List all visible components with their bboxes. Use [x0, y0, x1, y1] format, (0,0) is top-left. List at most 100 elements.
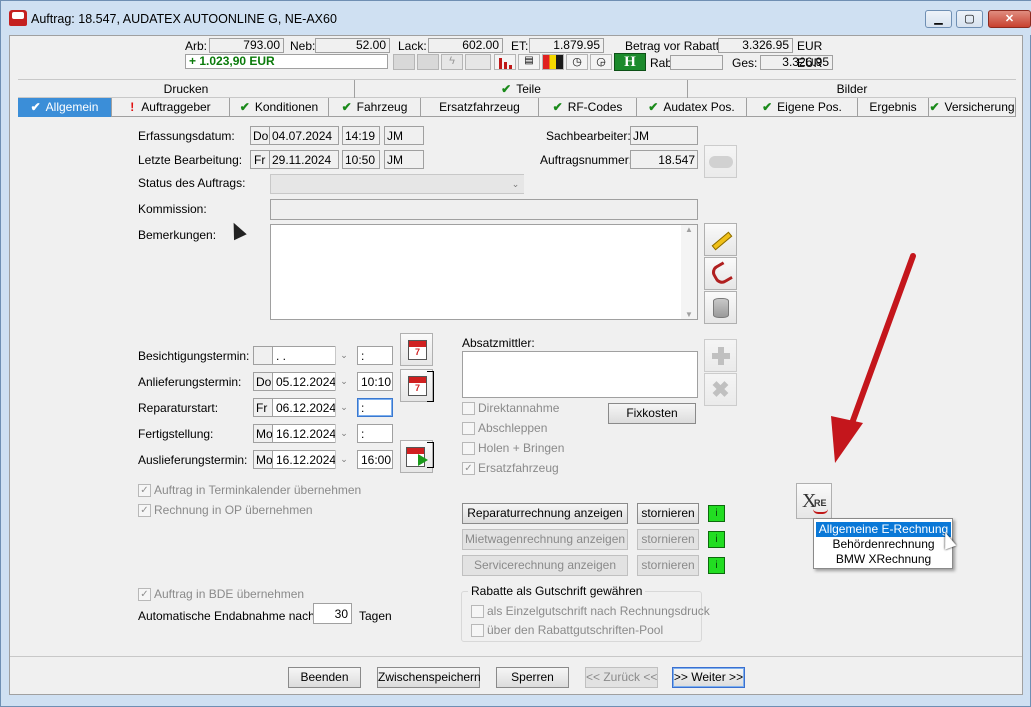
- maximize-button[interactable]: ▢: [956, 10, 983, 28]
- einzelgutschrift-checkbox[interactable]: [471, 605, 484, 618]
- rabattpool-label: über den Rabattgutschriften-Pool: [487, 623, 664, 637]
- rabatt-currency: EUR: [797, 39, 823, 53]
- phone-icon[interactable]: [704, 257, 737, 290]
- bemerkungen-textarea[interactable]: [270, 224, 698, 320]
- chevron-down-icon[interactable]: ⌄: [335, 398, 352, 417]
- tab-teile[interactable]: ✔ Teile: [355, 80, 688, 99]
- ges-label: Ges:: [732, 56, 758, 70]
- cloud-icon[interactable]: [465, 54, 491, 70]
- show-invoice-button[interactable]: Reparaturrechnung anzeigen: [462, 503, 628, 524]
- tab-allgemein[interactable]: ✔ Allgemein: [18, 98, 112, 117]
- ges-currency: EUR: [797, 56, 823, 70]
- bar-chart-icon[interactable]: [494, 54, 516, 70]
- tab-bilder[interactable]: Bilder: [688, 80, 1016, 99]
- et-label: ET:: [511, 39, 529, 53]
- chevron-down-icon[interactable]: ⌄: [335, 450, 352, 469]
- termin-time-input[interactable]: 16:00: [357, 450, 393, 469]
- pencil-icon[interactable]: [704, 223, 737, 256]
- tab-ergebnis[interactable]: Ergebnis: [858, 98, 929, 117]
- lightning-icon[interactable]: ϟ: [441, 54, 463, 70]
- show-invoice-button[interactable]: Servicerechnung anzeigen: [462, 555, 628, 576]
- range-bracket-2: [427, 442, 434, 468]
- endabnahme-input[interactable]: 30: [313, 603, 352, 624]
- tab-drucken[interactable]: Drucken: [18, 80, 355, 99]
- tab-ersatzfahrzeug[interactable]: Ersatzfahrzeug: [421, 98, 539, 117]
- h-logo-icon[interactable]: H: [614, 53, 646, 71]
- termin-day: Fr: [253, 398, 274, 417]
- stornieren-button[interactable]: stornieren: [637, 503, 699, 524]
- xrechnung-button[interactable]: X RE: [796, 483, 832, 519]
- terminkalender-checkbox[interactable]: ✓: [138, 484, 151, 497]
- cloud-upload-icon[interactable]: [704, 145, 737, 178]
- check-icon: ✔: [30, 100, 41, 114]
- delete-icon[interactable]: ✖: [704, 373, 737, 406]
- minimize-button[interactable]: ▁: [925, 10, 952, 28]
- menu-item-behoerdenrechnung[interactable]: Behördenrechnung: [816, 537, 951, 552]
- termin-time-input[interactable]: :: [357, 424, 393, 443]
- scrollbar[interactable]: ▲ ▼: [681, 225, 697, 319]
- tab-row-top: Drucken ✔ Teile Bilder: [18, 79, 1016, 99]
- close-button[interactable]: ✕: [988, 10, 1031, 28]
- erfassungsdatum-label: Erfassungsdatum:: [138, 129, 235, 143]
- bearbeitung-user: JM: [384, 150, 424, 169]
- camera-icon[interactable]: [393, 54, 415, 70]
- absatz-option-checkbox[interactable]: ✓: [462, 462, 475, 475]
- stornieren-button[interactable]: stornieren: [637, 529, 699, 550]
- car-icon[interactable]: [417, 54, 439, 70]
- tab-label: Allgemein: [45, 100, 99, 114]
- absatz-option-label: Ersatzfahrzeug: [478, 461, 559, 475]
- tab-audatex-pos-[interactable]: ✔ Audatex Pos.: [637, 98, 747, 117]
- erfassung-user: JM: [384, 126, 424, 145]
- status-select[interactable]: [270, 174, 524, 194]
- flag-icon[interactable]: [542, 54, 564, 70]
- stornieren-button[interactable]: stornieren: [637, 555, 699, 576]
- info-icon[interactable]: i: [708, 557, 725, 574]
- calendar-icon[interactable]: 7: [400, 333, 433, 366]
- sperren-button[interactable]: Sperren: [496, 667, 569, 688]
- car-app-icon: [9, 10, 27, 26]
- application-window: Auftrag: 18.547, AUDATEX AUTOONLINE G, N…: [0, 0, 1031, 707]
- absatz-option-checkbox[interactable]: [462, 442, 475, 455]
- termin-time-input[interactable]: :: [357, 346, 393, 365]
- menu-item-allgemeine-e-rechnung[interactable]: Allgemeine E-Rechnung: [816, 522, 951, 537]
- op-checkbox[interactable]: ✓: [138, 504, 151, 517]
- title-bar: Auftrag: 18.547, AUDATEX AUTOONLINE G, N…: [1, 1, 1031, 35]
- tab-konditionen[interactable]: ✔ Konditionen: [230, 98, 329, 117]
- weiter-button[interactable]: >> Weiter >>: [672, 667, 745, 688]
- bde-checkbox[interactable]: ✓: [138, 588, 151, 601]
- chevron-down-icon[interactable]: ⌄: [335, 372, 352, 391]
- document-icon[interactable]: ▤: [518, 54, 540, 70]
- kommission-input[interactable]: [270, 199, 698, 220]
- plus-icon[interactable]: [704, 339, 737, 372]
- info-icon[interactable]: i: [708, 505, 725, 522]
- rabattpool-checkbox[interactable]: [471, 624, 484, 637]
- termin-time-input[interactable]: 10:10: [357, 372, 393, 391]
- tab-fahrzeug[interactable]: ✔ Fahrzeug: [329, 98, 421, 117]
- fixkosten-button[interactable]: Fixkosten: [608, 403, 696, 424]
- chevron-down-icon[interactable]: ⌄: [335, 346, 352, 365]
- show-invoice-button[interactable]: Mietwagenrechnung anzeigen: [462, 529, 628, 550]
- absatz-option-checkbox[interactable]: [462, 422, 475, 435]
- bemerkungen-label: Bemerkungen:: [138, 228, 217, 242]
- zwischenspeichern-button[interactable]: Zwischenspeichern: [377, 667, 481, 688]
- menu-item-bmw-xrechnung[interactable]: BMW XRechnung: [816, 552, 951, 567]
- tab-rf-codes[interactable]: ✔ RF-Codes: [539, 98, 637, 117]
- chevron-down-icon[interactable]: ⌄: [335, 424, 352, 443]
- tab-eigene-pos-[interactable]: ✔ Eigene Pos.: [747, 98, 858, 117]
- tab-auftraggeber[interactable]: ! Auftraggeber: [112, 98, 230, 117]
- beenden-button[interactable]: Beenden: [288, 667, 361, 688]
- info-icon[interactable]: i: [708, 531, 725, 548]
- termin-time-input[interactable]: :: [357, 398, 393, 417]
- tab-versicherung[interactable]: ✔ Versicherung: [929, 98, 1016, 117]
- timer-icon[interactable]: ◶: [590, 54, 612, 70]
- chevron-down-icon[interactable]: ⌄: [507, 175, 524, 193]
- xre-sub: RE: [814, 498, 827, 508]
- mouse-cursor-icon: [227, 219, 247, 241]
- zurueck-button[interactable]: << Zurück <<: [585, 667, 658, 688]
- lack-value: 602.00: [428, 38, 503, 53]
- absatzmittler-list[interactable]: [462, 351, 698, 398]
- endabnahme-label: Automatische Endabnahme nach: [138, 609, 315, 623]
- absatz-option-checkbox[interactable]: [462, 402, 475, 415]
- database-icon[interactable]: [704, 291, 737, 324]
- clock-icon[interactable]: ◷: [566, 54, 588, 70]
